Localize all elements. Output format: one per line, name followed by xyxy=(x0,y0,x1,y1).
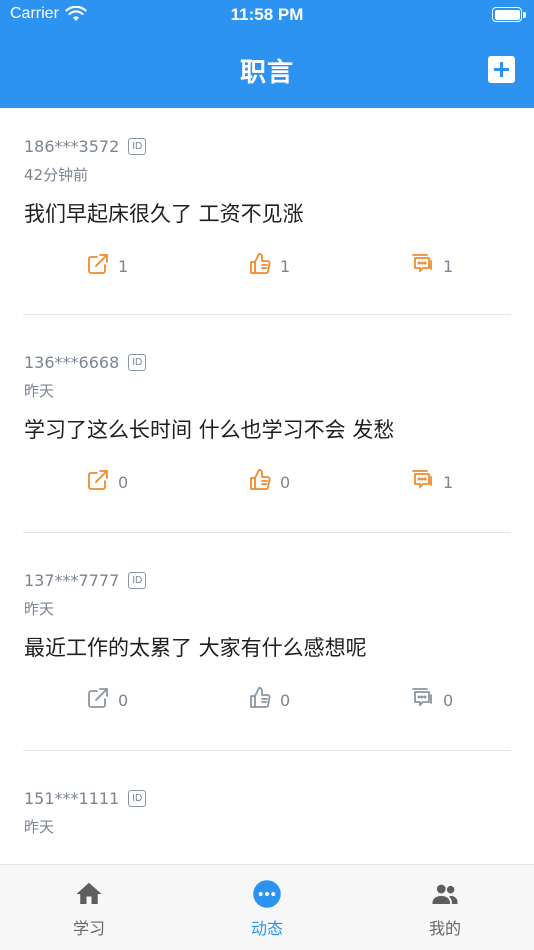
battery-tip xyxy=(523,12,526,18)
thumbs-up-icon xyxy=(248,686,272,714)
like-button[interactable]: 0 xyxy=(248,686,290,714)
share-count: 0 xyxy=(118,690,129,710)
share-icon xyxy=(86,686,110,714)
post-content[interactable] xyxy=(24,850,511,864)
post-item[interactable]: 136***6668 ID 昨天学习了这么长时间 什么也学习不会 发愁 0 0 1 xyxy=(23,315,511,533)
post-time: 42分钟前 xyxy=(24,166,89,184)
share-button[interactable]: 0 xyxy=(86,686,128,714)
post-item[interactable]: 151***1111 ID 昨天 xyxy=(23,751,511,864)
share-count: 1 xyxy=(118,256,129,276)
tab-bar: 学习 动态 我的 xyxy=(0,864,534,950)
status-bar: Carrier 11:58 PM xyxy=(0,0,534,30)
comment-icon xyxy=(411,468,435,496)
user-row: 137***7777 ID xyxy=(24,570,511,590)
comment-icon xyxy=(411,686,435,714)
people-icon xyxy=(395,879,495,909)
status-time: 11:58 PM xyxy=(230,5,304,24)
post-time: 昨天 xyxy=(24,818,55,836)
share-icon xyxy=(86,252,110,280)
id-badge: ID xyxy=(128,353,147,371)
id-badge: ID xyxy=(128,789,147,807)
like-count: 0 xyxy=(280,690,291,710)
share-button[interactable]: 0 xyxy=(86,468,128,496)
thumbs-up-icon xyxy=(248,468,272,496)
add-post-button[interactable] xyxy=(488,56,515,83)
tab-label: 我的 xyxy=(428,919,461,938)
share-count: 0 xyxy=(118,472,129,492)
like-count: 1 xyxy=(280,256,291,276)
tab-mine[interactable]: 我的 xyxy=(395,879,495,939)
comment-count: 1 xyxy=(443,256,454,276)
user-phone: 186***3572 xyxy=(24,136,120,156)
post-time: 昨天 xyxy=(24,382,55,400)
post-content[interactable]: 我们早起床很久了 工资不见涨 xyxy=(24,198,511,228)
post-time: 昨天 xyxy=(24,600,55,618)
tab-label: 学习 xyxy=(72,919,105,938)
comment-button[interactable]: 1 xyxy=(411,468,453,496)
post-actions: 0 0 0 xyxy=(24,686,511,712)
id-badge: ID xyxy=(128,137,147,155)
user-phone: 136***6668 xyxy=(24,352,120,372)
comment-count: 0 xyxy=(443,690,454,710)
post-content[interactable]: 最近工作的太累了 大家有什么感想呢 xyxy=(24,632,511,662)
tab-feed[interactable]: 动态 xyxy=(217,879,317,939)
post-content[interactable]: 学习了这么长时间 什么也学习不会 发愁 xyxy=(24,414,511,444)
comment-count: 1 xyxy=(443,472,454,492)
post-item[interactable]: 137***7777 ID 昨天最近工作的太累了 大家有什么感想呢 0 0 0 xyxy=(23,533,511,751)
like-button[interactable]: 0 xyxy=(248,468,290,496)
home-icon xyxy=(39,879,139,909)
app-header: Carrier 11:58 PM 职言 xyxy=(0,0,534,108)
post-item[interactable]: 186***3572 ID 42分钟前我们早起床很久了 工资不见涨 1 1 1 xyxy=(23,108,511,315)
tab-label: 动态 xyxy=(250,919,283,938)
like-count: 0 xyxy=(280,472,291,492)
battery-icon xyxy=(492,7,522,22)
thumbs-up-icon xyxy=(248,252,272,280)
more-circle-icon xyxy=(217,879,317,909)
comment-icon xyxy=(411,252,435,280)
post-feed[interactable]: 186***3572 ID 42分钟前 我们早起床很久了 工资不见涨 1 1 1 136***… xyxy=(0,108,534,864)
page-title: 职言 xyxy=(239,58,294,88)
user-phone: 137***7777 xyxy=(24,570,120,590)
user-phone: 151***1111 xyxy=(24,788,120,808)
post-actions: 0 0 1 xyxy=(24,468,511,494)
share-button[interactable]: 1 xyxy=(86,252,128,280)
post-actions: 1 1 1 xyxy=(24,252,511,278)
id-badge: ID xyxy=(128,571,147,589)
user-row: 136***6668 ID xyxy=(24,352,511,372)
comment-button[interactable]: 0 xyxy=(411,686,453,714)
comment-button[interactable]: 1 xyxy=(411,252,453,280)
user-row: 186***3572 ID xyxy=(24,136,511,156)
tab-study[interactable]: 学习 xyxy=(39,879,139,939)
share-icon xyxy=(86,468,110,496)
user-row: 151***1111 ID xyxy=(24,788,511,808)
like-button[interactable]: 1 xyxy=(248,252,290,280)
